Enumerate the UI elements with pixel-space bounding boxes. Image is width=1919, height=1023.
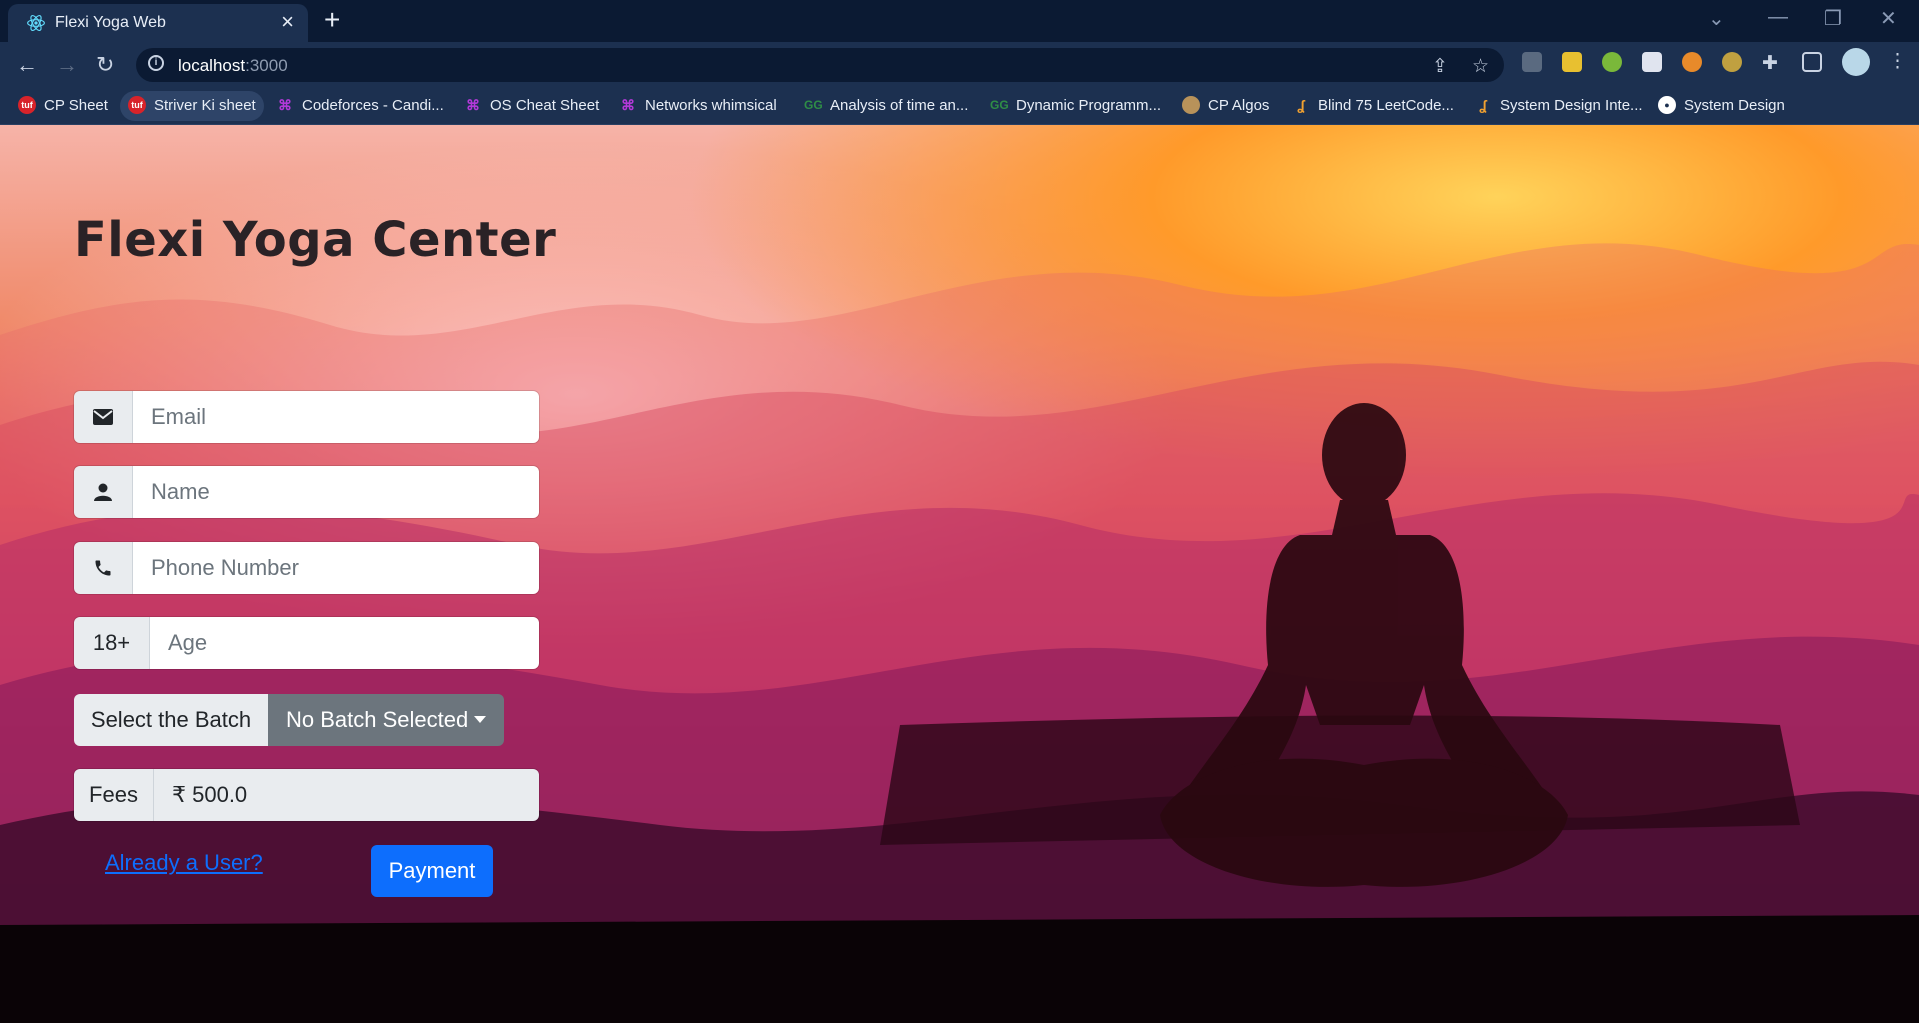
age-addon: 18+ xyxy=(74,617,150,669)
bookmark-item[interactable]: ● System Design xyxy=(1658,91,1785,121)
extension-icon[interactable] xyxy=(1642,52,1662,72)
bookmark-item[interactable]: GG Analysis of time an... xyxy=(804,91,968,121)
browser-tabstrip: Flexi Yoga Web × + ⌄ — ❐ ✕ xyxy=(0,0,1919,42)
payment-button[interactable]: Payment xyxy=(371,845,493,897)
puzzle-icon[interactable]: ✚ xyxy=(1762,52,1778,75)
bookmark-item[interactable]: tuf CP Sheet xyxy=(18,91,108,121)
name-field-group xyxy=(74,466,539,518)
restore-icon[interactable]: ❐ xyxy=(1824,6,1842,31)
extension-icon[interactable] xyxy=(1562,52,1582,72)
share-icon[interactable]: ⇪ xyxy=(1432,55,1448,78)
age-field-group: 18+ xyxy=(74,617,539,669)
close-window-icon[interactable]: ✕ xyxy=(1880,6,1897,31)
bookmark-item[interactable]: CP Algos xyxy=(1182,91,1269,121)
phone-input[interactable] xyxy=(133,542,539,594)
tab-search-icon[interactable]: ⌄ xyxy=(1708,6,1725,31)
back-icon[interactable]: ← xyxy=(16,52,38,78)
batch-label: Select the Batch xyxy=(74,694,268,746)
close-tab-icon[interactable]: × xyxy=(281,9,294,35)
extension-icon[interactable] xyxy=(1522,52,1542,72)
bookmark-item[interactable]: ⌘ Codeforces - Candi... xyxy=(276,91,444,121)
minimize-icon[interactable]: — xyxy=(1768,6,1788,29)
leetcode-icon: ʆ xyxy=(1479,96,1487,113)
bookmark-item[interactable]: ⌘ Networks whimsical xyxy=(619,91,777,121)
extension-icon[interactable] xyxy=(1602,52,1622,72)
forward-icon[interactable]: → xyxy=(56,52,78,78)
tab-title: Flexi Yoga Web xyxy=(55,14,166,31)
fees-field-group: Fees xyxy=(74,769,539,821)
person-icon xyxy=(74,466,133,518)
already-user-link[interactable]: Already a User? xyxy=(105,850,263,876)
bookmark-item[interactable]: ʆ System Design Inte... xyxy=(1474,91,1642,121)
extension-icon[interactable] xyxy=(1722,52,1742,72)
side-panel-icon[interactable] xyxy=(1802,52,1822,72)
site-info-icon[interactable]: i xyxy=(148,55,164,71)
fees-input xyxy=(154,769,539,821)
caret-down-icon xyxy=(474,715,487,723)
bookmark-star-icon[interactable]: ☆ xyxy=(1472,55,1489,78)
bookmarks-bar: tuf CP Sheet tuf Striver Ki sheet ⌘ Codefor… xyxy=(0,88,1919,125)
leetcode-icon: ʆ xyxy=(1297,96,1305,113)
age-input[interactable] xyxy=(150,617,539,669)
react-icon xyxy=(27,15,45,31)
whimsical-icon: ⌘ xyxy=(466,96,480,113)
url-text: localhost:3000 xyxy=(178,56,288,75)
address-bar[interactable]: i localhost:3000 ⇪ ☆ xyxy=(136,48,1504,82)
name-input[interactable] xyxy=(133,466,539,518)
github-icon: ● xyxy=(1658,95,1676,114)
reload-icon[interactable]: ↻ xyxy=(96,52,114,78)
email-input[interactable] xyxy=(133,391,539,443)
email-field-group xyxy=(74,391,539,443)
extension-icon[interactable] xyxy=(1682,52,1702,72)
whimsical-icon: ⌘ xyxy=(621,96,635,113)
cpalgos-icon xyxy=(1182,95,1200,114)
gfg-icon: GG xyxy=(990,97,1009,112)
browser-toolbar: ← → ↻ i localhost:3000 ⇪ ☆ ✚ ⋮ xyxy=(0,42,1919,88)
batch-dropdown[interactable]: No Batch Selected xyxy=(268,694,504,746)
tuf-icon: tuf xyxy=(128,95,146,114)
bookmark-item[interactable]: ⌘ OS Cheat Sheet xyxy=(464,91,599,121)
menu-dots-icon[interactable]: ⋮ xyxy=(1888,50,1907,73)
batch-selected-value: No Batch Selected xyxy=(286,707,469,732)
bookmark-item[interactable]: tuf Striver Ki sheet xyxy=(120,91,264,121)
phone-field-group xyxy=(74,542,539,594)
phone-icon xyxy=(74,542,133,594)
browser-tab[interactable]: Flexi Yoga Web × xyxy=(8,4,308,42)
envelope-icon xyxy=(74,391,133,443)
page-title: Flexi Yoga Center xyxy=(74,212,557,268)
fees-label: Fees xyxy=(74,769,154,821)
gfg-icon: GG xyxy=(804,97,823,112)
avatar[interactable] xyxy=(1842,48,1870,76)
new-tab-icon[interactable]: + xyxy=(324,4,340,36)
whimsical-icon: ⌘ xyxy=(278,96,292,113)
bookmark-item[interactable]: GG Dynamic Programm... xyxy=(990,91,1161,121)
bookmark-item[interactable]: ʆ Blind 75 LeetCode... xyxy=(1292,91,1454,121)
tuf-icon: tuf xyxy=(18,95,36,114)
page-viewport: Flexi Yoga Center 18+ Select the Batch N… xyxy=(0,125,1919,1023)
